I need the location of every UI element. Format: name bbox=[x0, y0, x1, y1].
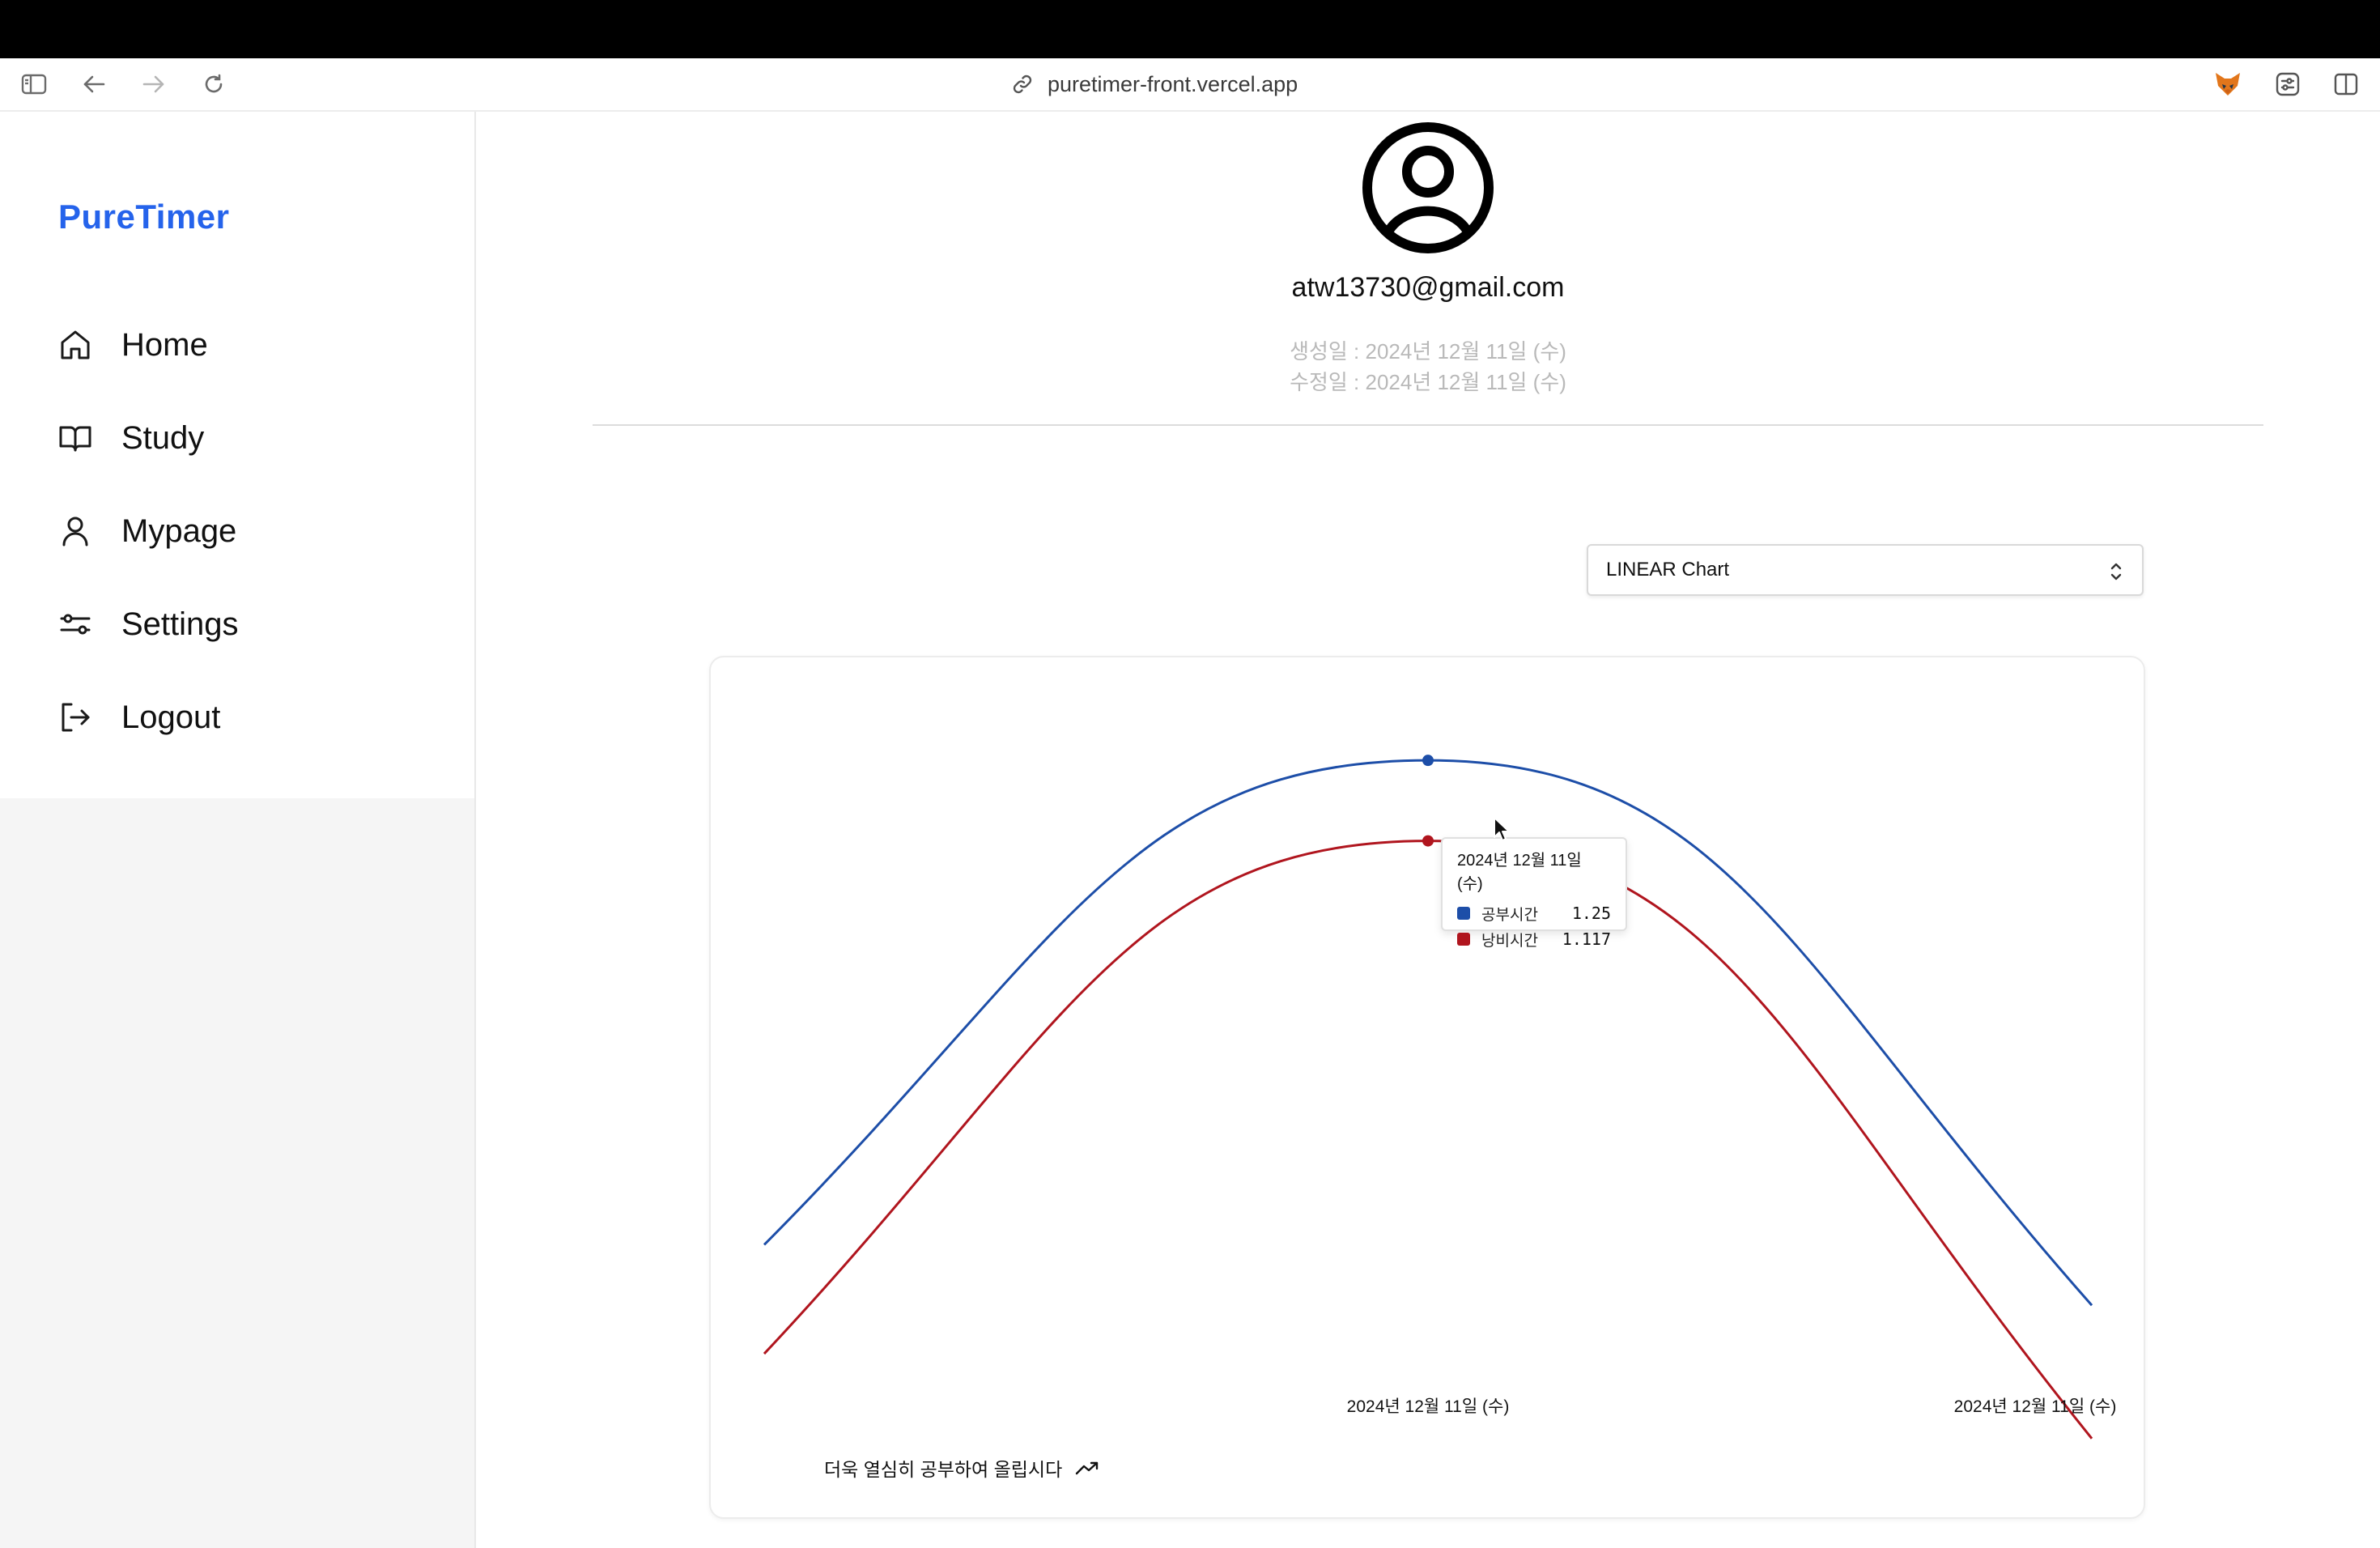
chevron-up-down-icon bbox=[2110, 563, 2122, 580]
book-icon bbox=[59, 426, 91, 452]
section-divider bbox=[593, 424, 2263, 426]
line-chart: 2024년 12월 11일 (수) 2024년 12월 11일 (수) bbox=[763, 755, 2117, 1440]
reload-icon[interactable] bbox=[198, 68, 230, 100]
tooltip-series-value: 1.117 bbox=[1562, 929, 1611, 949]
series-line-1 bbox=[763, 840, 2093, 1440]
extension-settings-icon[interactable] bbox=[2272, 68, 2304, 100]
nav-label-study: Study bbox=[121, 419, 205, 456]
trending-up-icon bbox=[1076, 1461, 1099, 1475]
nav-item-mypage[interactable]: Mypage bbox=[58, 507, 236, 555]
link-icon bbox=[1013, 74, 1032, 94]
fox-extension-icon[interactable] bbox=[2212, 68, 2244, 100]
url-text: puretimer-front.vercel.app bbox=[1048, 71, 1298, 96]
browser-toolbar: puretimer-front.vercel.app bbox=[0, 58, 2380, 112]
screen: puretimer-front.vercel.app PureTimer Hom… bbox=[0, 0, 2380, 1548]
sidebar-nav-panel: PureTimer Home Study Mypage Settings Log… bbox=[0, 112, 474, 798]
tooltip-title: 2024년 12월 11일 (수) bbox=[1457, 852, 1582, 893]
address-bar[interactable]: puretimer-front.vercel.app bbox=[1012, 66, 1298, 102]
nav-item-settings[interactable]: Settings bbox=[58, 600, 239, 649]
nav-label-logout: Logout bbox=[121, 699, 221, 735]
chart-tooltip: 2024년 12월 11일 (수) 공부시간 1.25 낭비시간 1.117 bbox=[1441, 837, 1627, 950]
nav-label-settings: Settings bbox=[121, 606, 239, 642]
split-view-icon[interactable] bbox=[2330, 68, 2362, 100]
tooltip-series-name: 낭비시간 bbox=[1481, 932, 1538, 950]
chart-footer-text: 더욱 열심히 공부하여 올립시다 bbox=[824, 1459, 1063, 1480]
nav-item-home[interactable]: Home bbox=[58, 321, 208, 369]
legend-swatch-study bbox=[1457, 907, 1470, 920]
tooltip-series-name: 공부시간 bbox=[1481, 906, 1538, 924]
x-tick-label: 2024년 12월 11일 (수) bbox=[1347, 1397, 1510, 1416]
series-point-0[interactable] bbox=[1422, 755, 1434, 767]
chart-footer: 더욱 열심히 공부하여 올립시다 bbox=[824, 1454, 1099, 1482]
chart-card: 2024년 12월 11일 (수) 2024년 12월 11일 (수) 2024년… bbox=[709, 656, 2145, 1519]
legend-swatch-waste bbox=[1457, 933, 1470, 946]
forward-arrow-icon[interactable] bbox=[138, 68, 170, 100]
tooltip-row: 공부시간 1.25 bbox=[1457, 900, 1611, 926]
tooltip-series-value: 1.25 bbox=[1571, 904, 1611, 923]
sliders-icon bbox=[60, 614, 91, 635]
system-menu-bar bbox=[0, 0, 2380, 58]
nav-item-study[interactable]: Study bbox=[58, 414, 204, 462]
chart-x-axis-ticks: 2024년 12월 11일 (수) 2024년 12월 11일 (수) bbox=[1347, 1397, 2117, 1416]
nav-label-mypage: Mypage bbox=[121, 512, 237, 549]
nav-label-home: Home bbox=[121, 326, 208, 363]
main-content: atw13730@gmail.com 생성일 : 2024년 12월 11일 (… bbox=[476, 112, 2380, 1548]
profile-updated-date: 수정일 : 2024년 12월 11일 (수) bbox=[1290, 370, 1566, 394]
chart-type-select[interactable]: LINEAR Chart bbox=[1587, 544, 2144, 596]
nav-item-logout[interactable]: Logout bbox=[58, 693, 220, 742]
sidebar: PureTimer Home Study Mypage Settings Log… bbox=[0, 112, 476, 1548]
profile-created-date: 생성일 : 2024년 12월 11일 (수) bbox=[1290, 339, 1566, 364]
x-tick-label: 2024년 12월 11일 (수) bbox=[1954, 1397, 2117, 1416]
home-icon bbox=[61, 330, 90, 359]
profile-avatar-icon bbox=[1362, 122, 1494, 253]
chart-series-layer bbox=[763, 755, 2093, 1440]
chart-type-select-value: LINEAR Chart bbox=[1606, 559, 1730, 580]
brand-logo[interactable]: PureTimer bbox=[58, 198, 230, 236]
tooltip-row: 낭비시간 1.117 bbox=[1457, 926, 1611, 952]
sidebar-toggle-icon[interactable] bbox=[18, 68, 50, 100]
series-point-1[interactable] bbox=[1422, 835, 1434, 847]
user-icon bbox=[62, 517, 88, 546]
mouse-cursor-icon bbox=[1494, 817, 1510, 841]
logout-icon bbox=[62, 703, 90, 732]
profile-email: atw13730@gmail.com bbox=[1291, 272, 1565, 303]
back-arrow-icon[interactable] bbox=[78, 68, 110, 100]
